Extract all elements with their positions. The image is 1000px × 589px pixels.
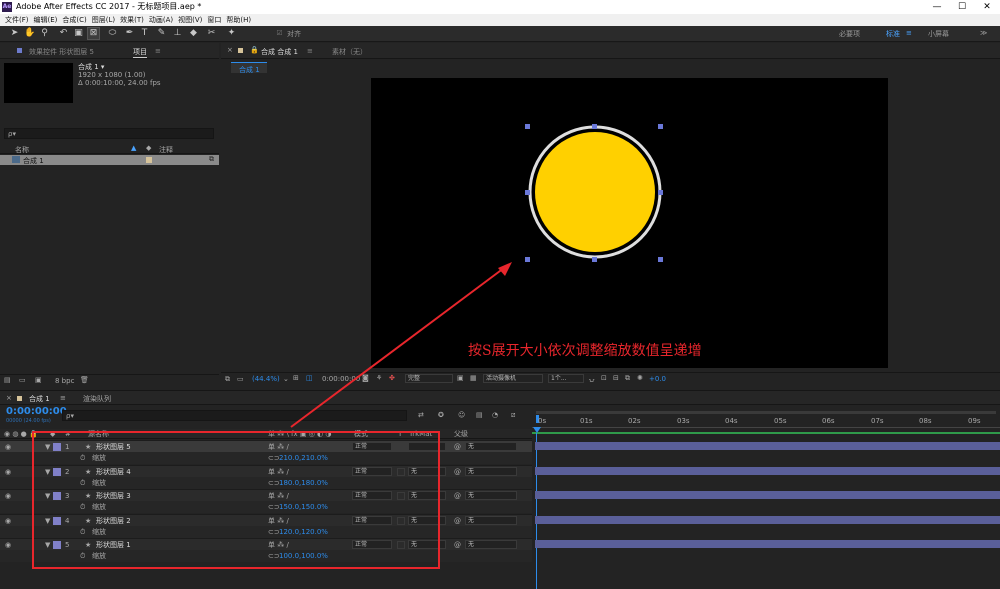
annotation-arrow	[290, 267, 505, 428]
annotation-arrow-layer	[290, 262, 512, 428]
arrow-head-icon	[498, 262, 512, 276]
